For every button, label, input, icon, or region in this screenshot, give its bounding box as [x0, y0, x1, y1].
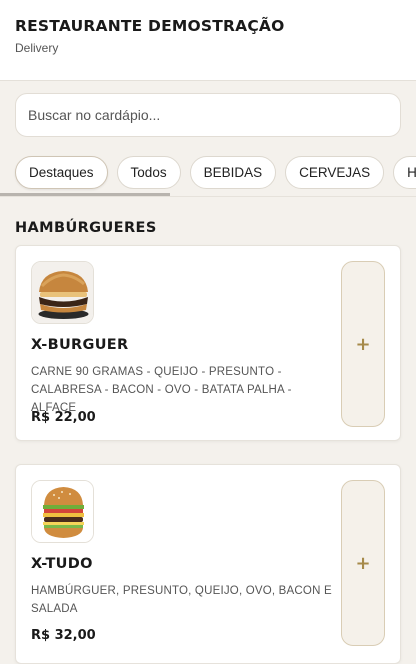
- burger-photo-icon: [31, 261, 94, 324]
- plus-icon: +: [355, 552, 371, 574]
- add-item-button[interactable]: +: [341, 261, 385, 427]
- item-description: HAMBÚRGUER, PRESUNTO, QUEIJO, OVO, BACON…: [31, 585, 332, 615]
- item-price: R$ 22,00: [31, 410, 96, 425]
- app-header: RESTAURANTE DEMOSTRAÇÃO Delivery: [0, 0, 416, 81]
- item-description: CARNE 90 GRAMAS - QUEIJO - PRESUNTO - CA…: [31, 366, 292, 414]
- menu-item-card[interactable]: X-TUDO HAMBÚRGUER, PRESUNTO, QUEIJO, OVO…: [15, 464, 401, 664]
- tab-destaques[interactable]: Destaques: [15, 156, 108, 189]
- tab-bebidas[interactable]: BEBIDAS: [189, 156, 277, 189]
- section-title: HAMBÚRGUERES: [15, 220, 157, 236]
- item-name: X-BURGUER: [31, 337, 129, 353]
- category-tabs: Destaques Todos BEBIDAS CERVEJAS HAMBÚRG…: [0, 150, 416, 197]
- restaurant-name: RESTAURANTE DEMOSTRAÇÃO: [15, 17, 285, 35]
- delivery-mode-label: Delivery: [15, 41, 59, 55]
- add-item-button[interactable]: +: [341, 480, 385, 646]
- tab-todos[interactable]: Todos: [116, 156, 181, 189]
- menu-item-card[interactable]: X-BURGUER CARNE 90 GRAMAS - QUEIJO - PRE…: [15, 245, 401, 441]
- tabs-scrollbar[interactable]: [0, 193, 170, 196]
- search-box[interactable]: [15, 93, 401, 137]
- plus-icon: +: [355, 333, 371, 355]
- burger-photo-icon: [31, 480, 94, 543]
- tab-cervejas[interactable]: CERVEJAS: [285, 156, 385, 189]
- search-input[interactable]: [28, 107, 400, 123]
- tab-hamburgueres[interactable]: HAMBÚRGUERES: [393, 156, 416, 189]
- item-price: R$ 32,00: [31, 628, 96, 643]
- item-name: X-TUDO: [31, 556, 93, 572]
